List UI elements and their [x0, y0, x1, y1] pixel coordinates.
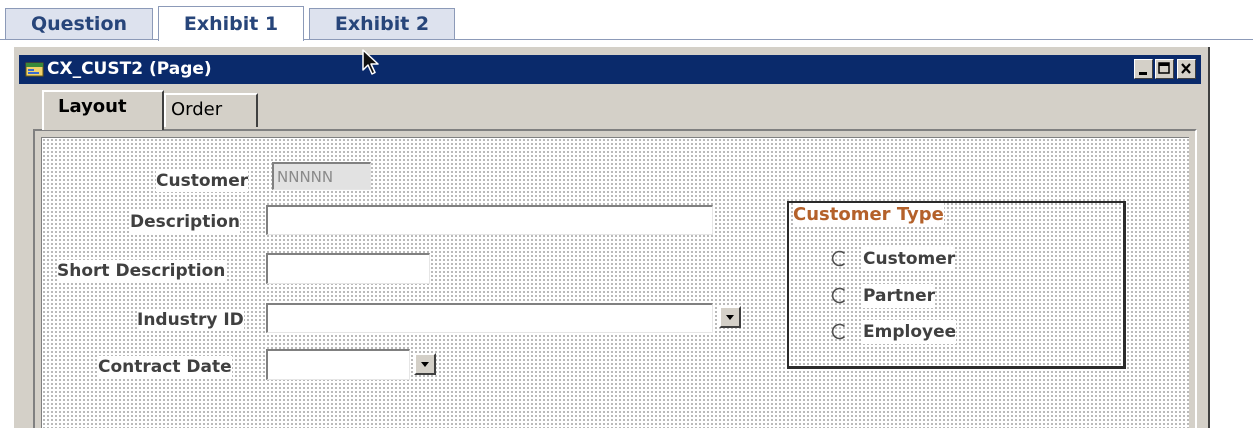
customer-field[interactable]: NNNNN	[272, 162, 371, 190]
contract-date-label: Contract Date	[98, 356, 232, 378]
maximize-button[interactable]	[1155, 59, 1174, 79]
customer-label: Customer	[156, 170, 249, 192]
mouse-cursor-icon	[362, 49, 379, 75]
tab-question[interactable]: Question	[5, 8, 153, 39]
industry-id-prompt-button[interactable]	[719, 306, 741, 328]
radio-employee-label: Employee	[863, 320, 957, 344]
radio-button-icon	[831, 250, 846, 267]
radio-button-icon	[831, 287, 846, 304]
tab-layout[interactable]: Layout	[42, 90, 164, 130]
close-icon	[1181, 63, 1191, 74]
exhibit-tab-bar: Question Exhibit 1 Exhibit 2	[0, 0, 1253, 42]
prompt-arrow-icon	[421, 362, 429, 367]
radio-partner-label: Partner	[863, 284, 936, 308]
short-description-field[interactable]	[266, 253, 430, 284]
radio-customer-label: Customer	[863, 247, 956, 271]
contract-date-prompt-button[interactable]	[414, 353, 436, 375]
industry-id-field[interactable]	[266, 303, 713, 333]
minimize-button[interactable]	[1134, 59, 1153, 79]
tab-order[interactable]: Order	[164, 93, 258, 127]
close-button[interactable]	[1177, 59, 1196, 79]
description-label: Description	[130, 211, 240, 233]
radio-button-icon	[831, 323, 846, 340]
short-description-label: Short Description	[57, 260, 226, 282]
page-icon	[25, 62, 44, 77]
maximize-icon	[1158, 62, 1170, 74]
description-field[interactable]	[266, 205, 713, 235]
contract-date-field[interactable]	[266, 349, 410, 380]
tab-exhibit-2[interactable]: Exhibit 2	[309, 8, 455, 39]
screenshot-stage: Question Exhibit 1 Exhibit 2 CX_CUST2 (P…	[0, 0, 1253, 428]
industry-id-label: Industry ID	[137, 309, 244, 331]
window-titlebar[interactable]: CX_CUST2 (Page)	[19, 55, 1201, 84]
prompt-arrow-icon	[726, 315, 734, 320]
tab-exhibit-1[interactable]: Exhibit 1	[158, 6, 304, 41]
minimize-icon	[1139, 72, 1147, 75]
window-title: CX_CUST2 (Page)	[47, 59, 212, 79]
customer-type-title: Customer Type	[793, 203, 944, 227]
